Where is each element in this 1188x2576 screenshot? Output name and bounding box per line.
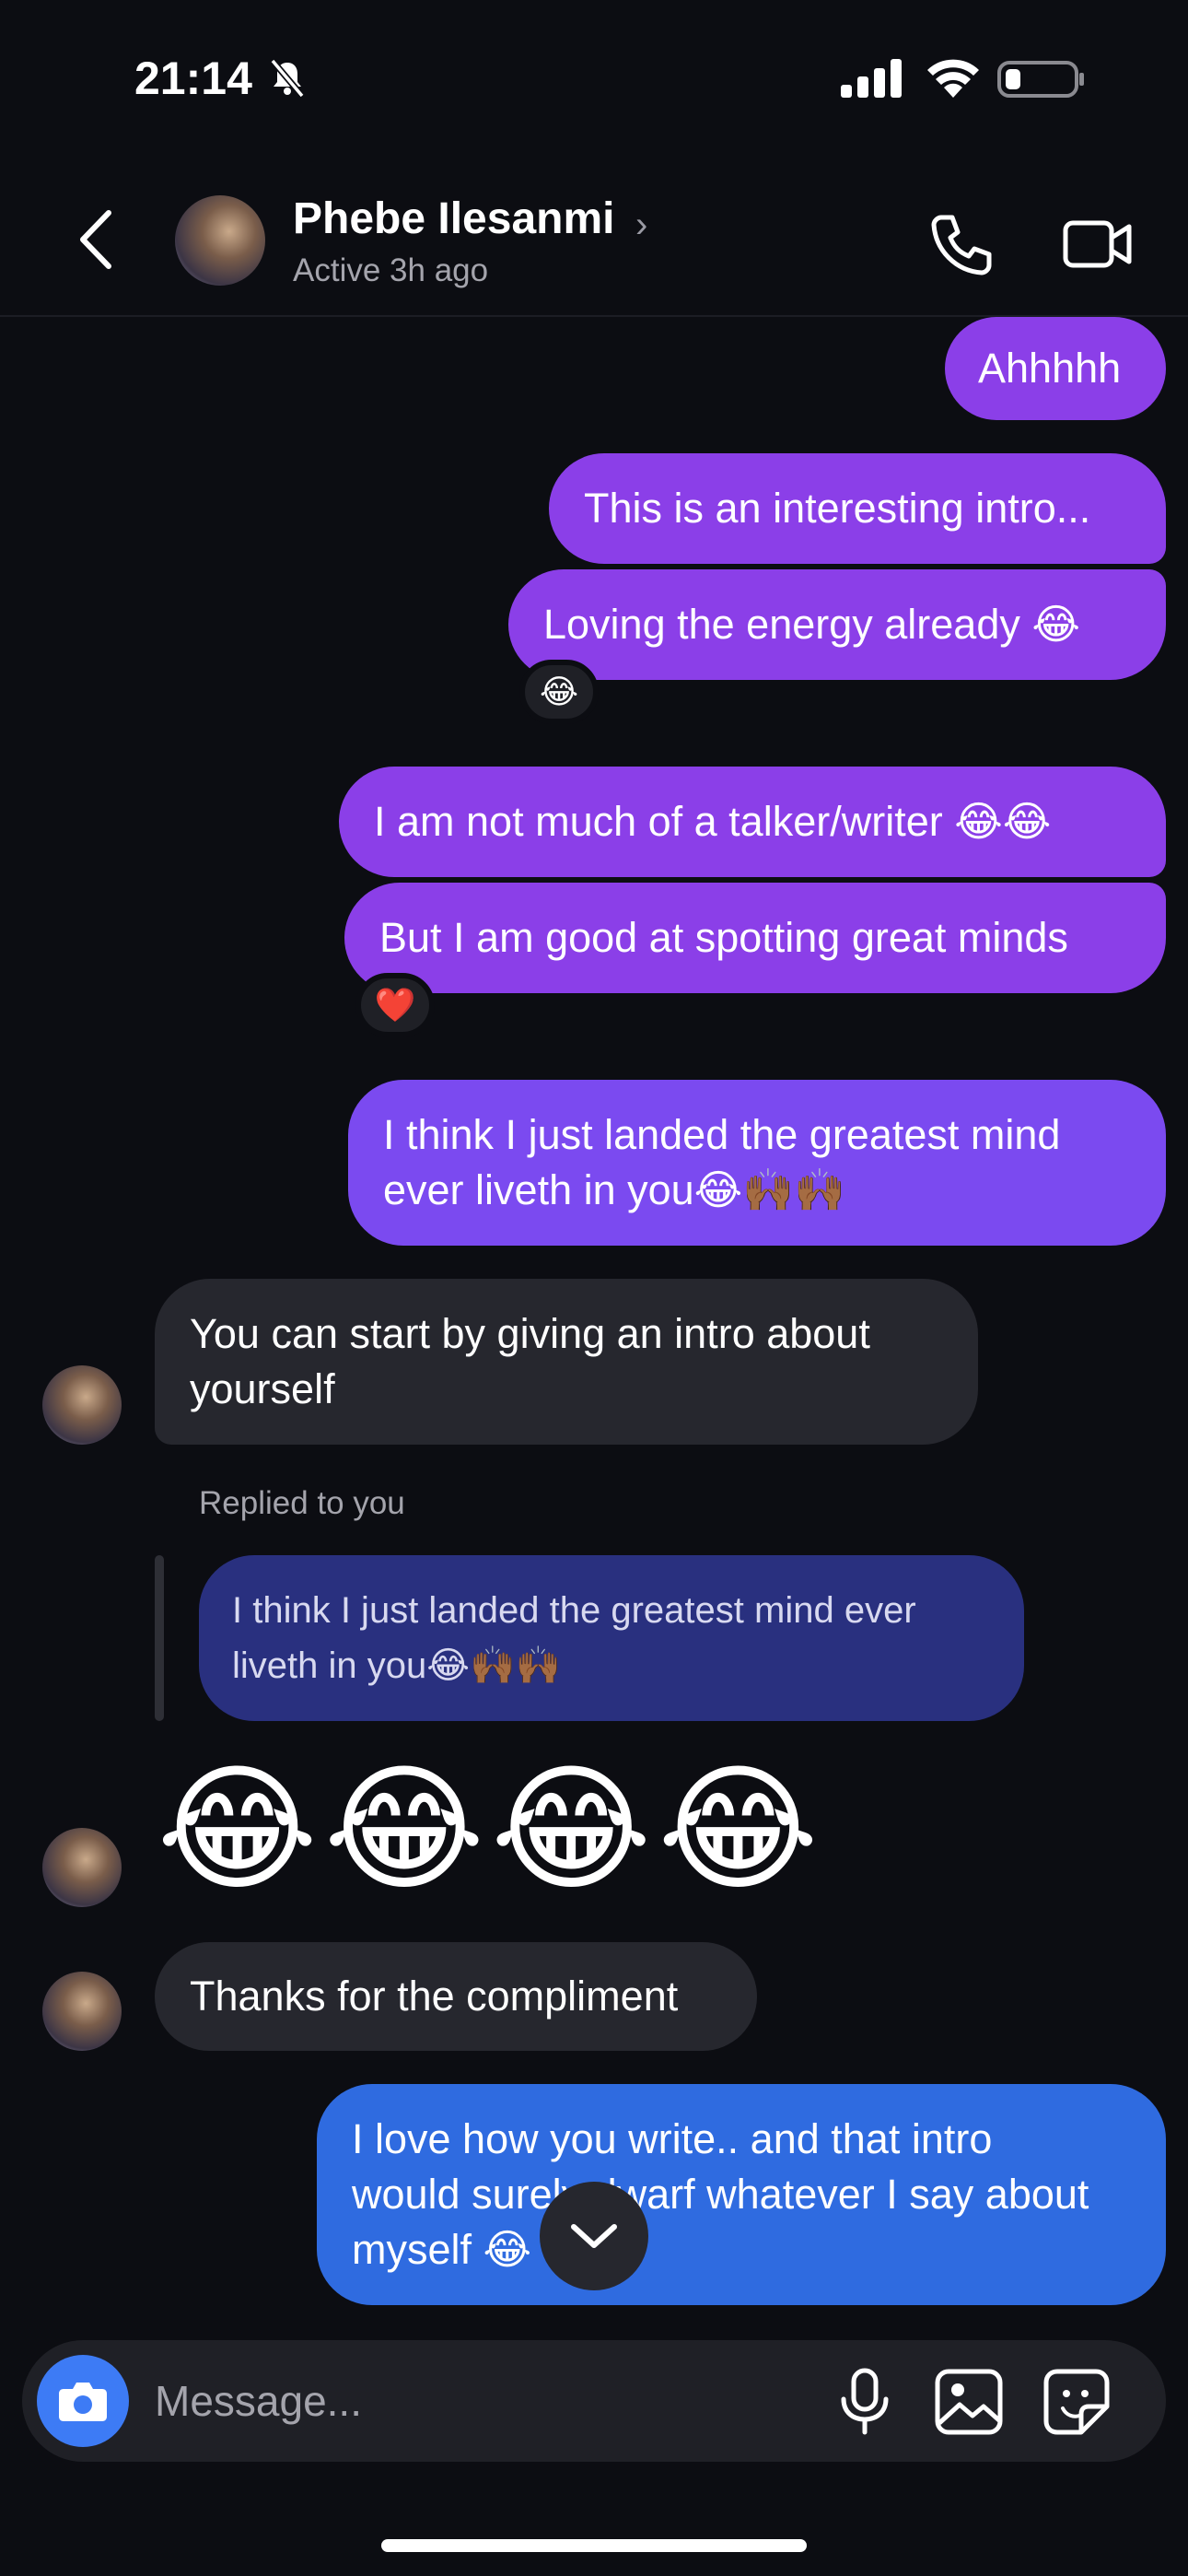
camera-icon	[59, 2383, 107, 2421]
message-bubble-outgoing[interactable]: I think I just landed the greatest mind …	[348, 1080, 1166, 1246]
microphone-icon[interactable]	[833, 2368, 897, 2436]
chevron-down-icon	[571, 2224, 617, 2248]
cellular-signal-icon	[841, 59, 902, 98]
quoted-text-line: liveth in you😂🙌🏾🙌🏾	[232, 1645, 562, 1686]
sender-avatar[interactable]	[42, 1365, 122, 1445]
activity-status: Active 3h ago	[293, 252, 489, 288]
message-bubble-incoming[interactable]: You can start by giving an intro about y…	[155, 1279, 978, 1445]
message-text: But I am good at spotting great minds	[379, 914, 1068, 961]
quoted-message-bubble[interactable]: I think I just landed the greatest mind …	[199, 1555, 1024, 1721]
message-text: Loving the energy already 😂	[543, 601, 1080, 648]
scroll-to-bottom-button[interactable]	[540, 2182, 648, 2290]
message-bubble-outgoing[interactable]: This is an interesting intro...	[549, 453, 1166, 564]
status-time: 21:14	[134, 53, 252, 104]
replied-to-label: Replied to you	[199, 1485, 405, 1521]
home-indicator[interactable]	[381, 2539, 807, 2552]
reply-indicator-bar	[155, 1555, 164, 1721]
sender-avatar[interactable]	[42, 1828, 122, 1907]
message-bubble-outgoing[interactable]: Ahhhhh	[945, 317, 1166, 420]
video-camera-icon[interactable]	[1063, 214, 1133, 275]
message-text-line: You can start by giving an intro about	[190, 1310, 870, 1357]
message-text-line: I think I just landed the greatest mind	[383, 1111, 1061, 1158]
quoted-text-line: I think I just landed the greatest mind …	[232, 1590, 916, 1631]
message-text-line: I love how you write.. and that intro	[352, 2115, 993, 2162]
message-input[interactable]	[155, 2364, 799, 2438]
message-text: I am not much of a talker/writer 😂😂	[374, 798, 1052, 845]
message-text-line: yourself	[190, 1365, 335, 1412]
chevron-right-icon[interactable]: ›	[635, 205, 647, 246]
message-bubble-outgoing[interactable]: I love how you write.. and that intro wo…	[317, 2084, 1166, 2305]
sticker-icon[interactable]	[1042, 2368, 1111, 2436]
phone-icon[interactable]	[928, 212, 993, 276]
wifi-icon	[927, 59, 979, 98]
status-bar: 21:14	[0, 0, 1188, 157]
camera-button[interactable]	[37, 2355, 129, 2447]
message-composer	[22, 2340, 1166, 2462]
message-reaction[interactable]: ❤️	[355, 973, 435, 1037]
message-text-line: would surely dwarf whatever I say about	[352, 2171, 1089, 2218]
message-bubble-outgoing[interactable]: I am not much of a talker/writer 😂😂	[339, 767, 1166, 877]
sender-avatar[interactable]	[42, 1972, 122, 2051]
message-text: Thanks for the compliment	[190, 1973, 679, 2020]
message-text: Ahhhhh	[978, 345, 1122, 392]
message-bubble-outgoing[interactable]: Loving the energy already 😂	[508, 569, 1166, 680]
battery-icon	[997, 61, 1084, 98]
bell-slash-icon	[270, 58, 305, 98]
message-text: This is an interesting intro...	[584, 485, 1091, 532]
contact-avatar[interactable]	[175, 195, 265, 286]
message-bubble-incoming[interactable]: Thanks for the compliment	[155, 1942, 757, 2051]
chat-header: Phebe Ilesanmi › Active 3h ago	[0, 157, 1188, 317]
message-reaction[interactable]: 😂	[519, 660, 599, 724]
message-bubble-outgoing[interactable]: But I am good at spotting great minds	[344, 883, 1166, 993]
message-text-line: ever liveth in you😂🙌🏾🙌🏾	[383, 1166, 846, 1213]
message-text-line: myself 😂	[352, 2226, 532, 2273]
contact-name[interactable]: Phebe Ilesanmi	[293, 193, 614, 244]
gallery-icon[interactable]	[934, 2368, 1004, 2436]
back-chevron-icon[interactable]	[74, 207, 120, 272]
emoji-message[interactable]: 😂😂😂😂	[157, 1751, 824, 1907]
